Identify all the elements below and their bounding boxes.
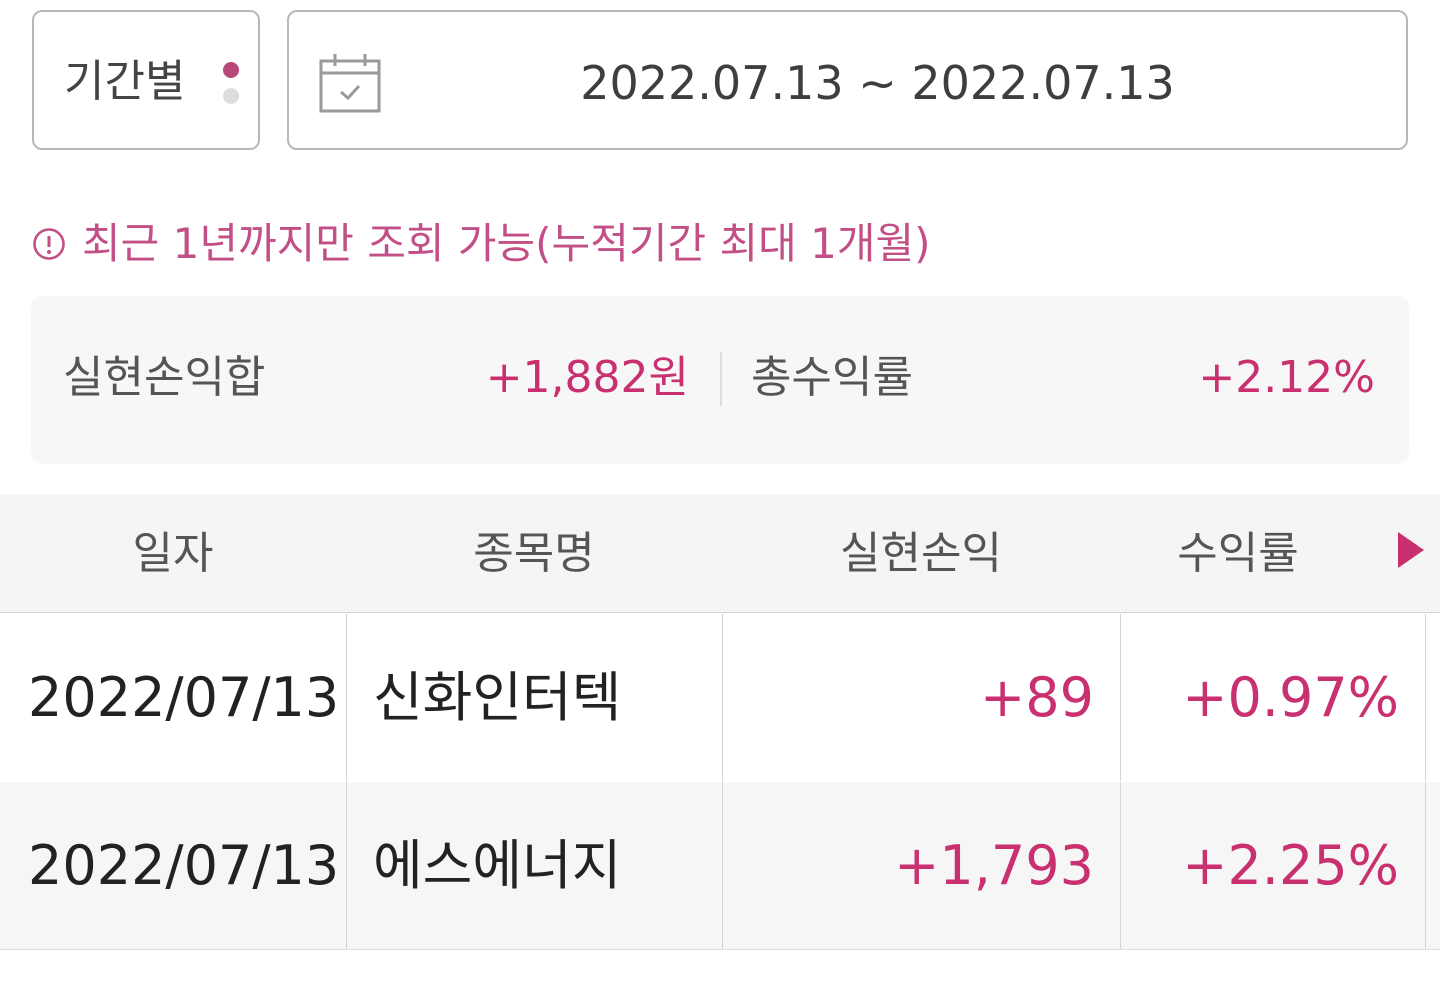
table-row[interactable]: 2022/07/13 신화인터텍 +89 +0.97% bbox=[0, 614, 1440, 781]
total-return-label: 총수익률 bbox=[751, 352, 913, 403]
cell-return-rate: +0.97% bbox=[1120, 614, 1426, 781]
cell-realized-pnl: +89 bbox=[722, 614, 1120, 781]
dot-active bbox=[223, 62, 239, 78]
table-header: 일자 종목명 실현손익 수익률 bbox=[0, 494, 1440, 613]
cell-realized-pnl: +1,793 bbox=[722, 782, 1120, 949]
date-range-text: 2022.07.13 ~ 2022.07.13 bbox=[580, 56, 1175, 110]
column-header-return-rate: 수익률 bbox=[1177, 528, 1299, 579]
column-header-date: 일자 bbox=[132, 528, 214, 579]
date-range-field[interactable]: 2022.07.13 ~ 2022.07.13 bbox=[287, 10, 1408, 150]
summary-divider bbox=[720, 352, 722, 406]
exclamation-circle-icon bbox=[33, 228, 65, 260]
cell-date: 2022/07/13 bbox=[28, 834, 340, 897]
period-type-label: 기간별 bbox=[64, 56, 186, 107]
cell-return-rate: +2.25% bbox=[1120, 782, 1426, 949]
column-header-stock-name: 종목명 bbox=[473, 528, 595, 579]
notice-text: 최근 1년까지만 조회 가능(누적기간 최대 1개월) bbox=[82, 219, 931, 268]
cell-stock-name: 에스에너지 bbox=[346, 782, 722, 949]
column-header-realized-pnl: 실현손익 bbox=[840, 528, 1002, 579]
realized-total-value: +1,882원 bbox=[485, 352, 689, 403]
dot-inactive bbox=[223, 88, 239, 104]
cell-date: 2022/07/13 bbox=[28, 666, 340, 729]
triangle-right-icon[interactable] bbox=[1396, 530, 1426, 570]
cell-stock-name: 신화인터텍 bbox=[346, 614, 722, 781]
table-row[interactable]: 2022/07/13 에스에너지 +1,793 +2.25% bbox=[0, 782, 1440, 950]
period-type-select[interactable]: 기간별 bbox=[32, 10, 260, 150]
realized-total-label: 실현손익합 bbox=[63, 352, 266, 403]
toggle-dots-icon bbox=[223, 62, 241, 106]
total-return-value: +2.12% bbox=[1198, 352, 1375, 403]
summary-panel: 실현손익합 +1,882원 총수익률 +2.12% bbox=[31, 296, 1409, 464]
notice: 최근 1년까지만 조회 가능(누적기간 최대 1개월) bbox=[32, 216, 931, 272]
